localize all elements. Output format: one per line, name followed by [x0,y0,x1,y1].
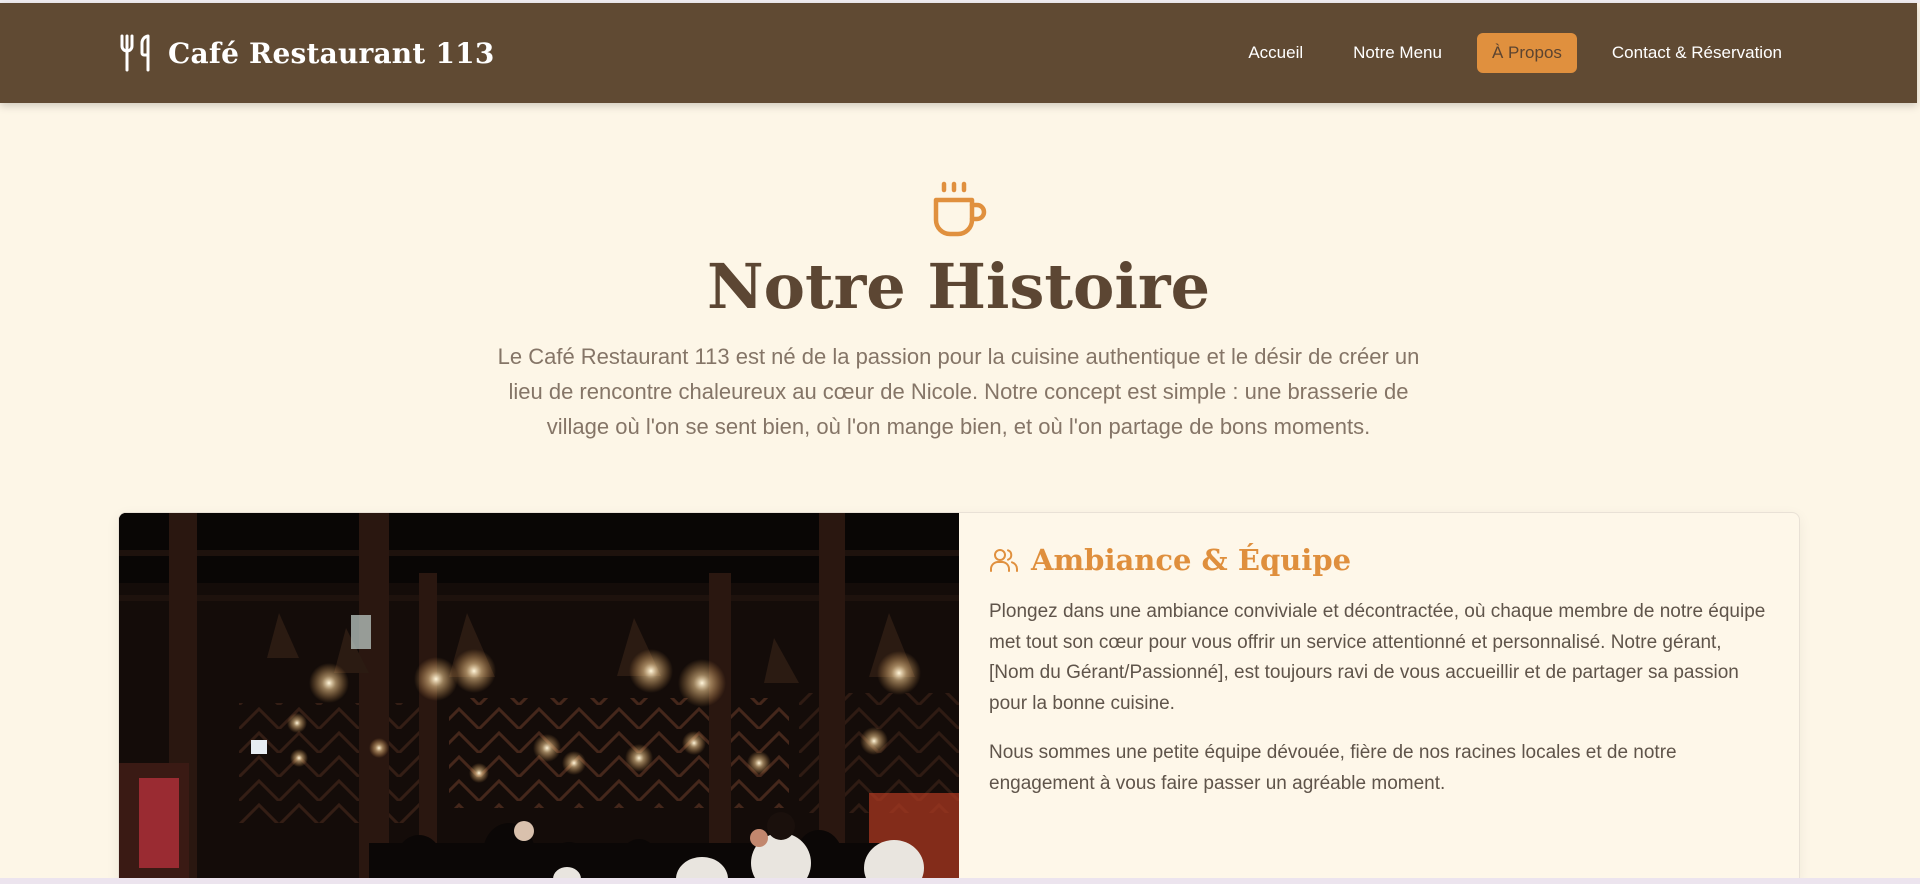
brand-name: Café Restaurant 113 [168,36,495,70]
users-icon [990,549,1018,572]
utensils-icon [120,34,150,72]
navbar: Café Restaurant 113 Accueil Notre Menu À… [0,3,1917,103]
ambiance-paragraph-1: Plongez dans une ambiance conviviale et … [989,601,1766,714]
nav-contact-reservation[interactable]: Contact & Réservation [1597,33,1797,73]
window-bottom-edge [0,878,1920,884]
coffee-cup-icon [933,181,986,237]
brand-logo[interactable]: Café Restaurant 113 [118,33,495,73]
hero-section: Notre Histoire Le Café Restaurant 113 es… [0,180,1917,444]
ambiance-paragraph-2: Nous sommes une petite équipe dévouée, f… [989,742,1677,794]
page-title: Notre Histoire [706,250,1211,323]
ambiance-info: Ambiance & Équipe Plongez dans une ambia… [959,513,1799,884]
main-nav: Accueil Notre Menu À Propos Contact & Ré… [1233,33,1797,73]
nav-a-propos[interactable]: À Propos [1476,33,1577,73]
hero-description: Le Café Restaurant 113 est né de la pass… [497,344,1420,439]
nav-accueil[interactable]: Accueil [1233,33,1318,73]
ambiance-title: Ambiance & Équipe [1031,543,1352,577]
ambiance-card: Ambiance & Équipe Plongez dans une ambia… [118,512,1800,884]
ambiance-heading: Ambiance & Équipe [989,543,1769,577]
nav-notre-menu[interactable]: Notre Menu [1338,33,1457,73]
restaurant-interior-photo [119,513,959,884]
